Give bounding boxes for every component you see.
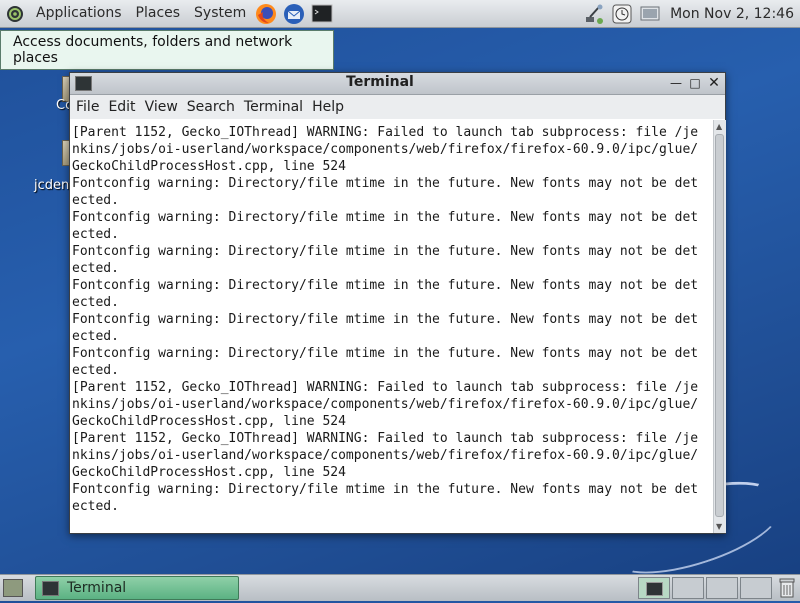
menu-help[interactable]: Help [312,99,344,115]
terminal-line: [Parent 1152, Gecko_IOThread] WARNING: F… [72,380,699,395]
terminal-menubar: File Edit View Search Terminal Help [70,95,725,119]
terminal-line: GeckoChildProcessHost.cpp, line 524 [72,465,346,480]
terminal-line: nkins/jobs/oi-userland/workspace/compone… [72,397,699,412]
tooltip-text: Access documents, folders and network pl… [13,34,293,66]
terminal-icon [42,580,59,596]
menu-search[interactable]: Search [187,99,235,115]
terminal-line: Fontconfig warning: Directory/file mtime… [72,278,699,293]
terminal-line: GeckoChildProcessHost.cpp, line 524 [72,159,346,174]
clock-icon[interactable] [610,2,634,26]
task-label: Terminal [67,580,127,596]
thunderbird-icon[interactable] [282,2,306,26]
scroll-up-icon[interactable]: ▲ [716,122,722,131]
terminal-icon[interactable] [310,2,334,26]
places-tooltip: Access documents, folders and network pl… [0,30,334,70]
menu-applications[interactable]: Applications [32,0,126,27]
menu-places[interactable]: Places [132,0,185,27]
show-desktop-icon[interactable] [3,579,23,597]
terminal-line: nkins/jobs/oi-userland/workspace/compone… [72,448,699,463]
terminal-window[interactable]: Terminal — □ ✕ File Edit View Search Ter… [69,72,726,534]
taskbar-terminal-button[interactable]: Terminal [35,576,239,600]
terminal-line: Fontconfig warning: Directory/file mtime… [72,482,699,497]
openindiana-logo-icon[interactable] [4,3,26,25]
firefox-icon[interactable] [254,2,278,26]
terminal-line: ected. [72,499,119,514]
terminal-line: ected. [72,227,119,242]
workspace-3[interactable] [706,577,738,599]
window-title: Terminal [346,74,414,90]
terminal-line: ected. [72,193,119,208]
menu-edit[interactable]: Edit [108,99,135,115]
clock[interactable]: Mon Nov 2, 12:46 [670,6,794,22]
terminal-line: ected. [72,329,119,344]
menu-view[interactable]: View [145,99,178,115]
workspace-2[interactable] [672,577,704,599]
scrollbar-thumb[interactable] [715,134,724,517]
terminal-scrollbar[interactable]: ▲ ▼ [713,120,726,533]
menu-file[interactable]: File [76,99,99,115]
terminal-line: [Parent 1152, Gecko_IOThread] WARNING: F… [72,125,699,140]
terminal-line: [Parent 1152, Gecko_IOThread] WARNING: F… [72,431,699,446]
close-icon[interactable]: ✕ [706,75,722,91]
terminal-icon [646,582,663,596]
menu-system[interactable]: System [190,0,250,27]
system-tray: Mon Nov 2, 12:46 [578,0,800,27]
menu-terminal[interactable]: Terminal [244,99,303,115]
terminal-line: Fontconfig warning: Directory/file mtime… [72,176,699,191]
terminal-line: Fontconfig warning: Directory/file mtime… [72,244,699,259]
window-titlebar[interactable]: Terminal — □ ✕ [70,73,725,95]
terminal-line: Fontconfig warning: Directory/file mtime… [72,210,699,225]
workspace-4[interactable] [740,577,772,599]
terminal-output[interactable]: [Parent 1152, Gecko_IOThread] WARNING: F… [70,120,712,533]
display-icon[interactable] [638,2,662,26]
terminal-line: Fontconfig warning: Directory/file mtime… [72,312,699,327]
trash-icon[interactable] [778,577,796,599]
minimize-icon[interactable]: — [668,75,684,91]
terminal-line: GeckoChildProcessHost.cpp, line 524 [72,414,346,429]
top-panel: Applications Places System Mon Nov 2, 12… [0,0,800,28]
terminal-line: Fontconfig warning: Directory/file mtime… [72,346,699,361]
maximize-icon[interactable]: □ [687,75,703,91]
terminal-line: ected. [72,363,119,378]
scroll-down-icon[interactable]: ▼ [716,522,722,531]
bottom-panel: Terminal [0,574,800,601]
terminal-line: nkins/jobs/oi-userland/workspace/compone… [72,142,699,157]
terminal-line: ected. [72,295,119,310]
network-icon[interactable] [582,2,606,26]
desktop-label-home[interactable]: jcden [34,178,69,193]
workspace-1[interactable] [638,577,670,599]
terminal-line: ected. [72,261,119,276]
